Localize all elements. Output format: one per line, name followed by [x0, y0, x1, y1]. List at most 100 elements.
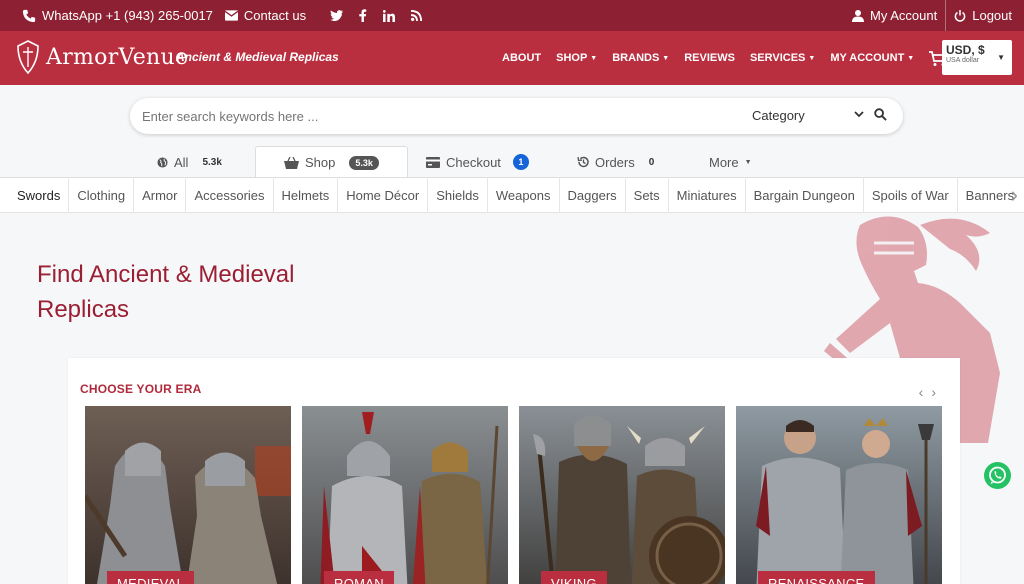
category-clothing[interactable]: Clothing — [69, 177, 135, 213]
chevron-down-icon: ▼ — [808, 54, 816, 62]
chevron-right-icon[interactable]: › — [931, 384, 936, 400]
chevron-down-icon — [854, 111, 864, 118]
tab-orders[interactable]: Orders 0 — [577, 146, 654, 178]
nav-reviews[interactable]: REVIEWS — [684, 52, 735, 64]
whatsapp-float-button[interactable] — [984, 462, 1011, 489]
tab-all-count: 5.3k — [202, 156, 222, 168]
nav-brands[interactable]: BRANDS ▼ — [612, 52, 669, 64]
contact-label: Contact us — [243, 8, 307, 23]
tab-all[interactable]: All 5.3k — [157, 146, 222, 178]
top-bar: WhatsApp +1 (943) 265-0017 Contact us My… — [0, 0, 1024, 31]
currency-select[interactable]: USD, $ USA dollar ▼ — [942, 40, 1012, 75]
category-bargain-dungeon[interactable]: Bargain Dungeon — [746, 177, 864, 213]
chevron-down-icon: ▼ — [744, 158, 752, 166]
tab-checkout[interactable]: Checkout 1 — [426, 146, 529, 178]
chevron-down-icon: ▼ — [662, 54, 670, 62]
era-renaissance-card[interactable]: RENAISSANCE — [736, 406, 942, 584]
social-links — [330, 9, 423, 22]
search-bar: Category — [130, 98, 903, 134]
logout-label: Logout — [972, 8, 1012, 23]
twitter-icon[interactable] — [330, 10, 344, 21]
era-roman-card[interactable]: ROMAN — [302, 406, 508, 584]
tab-shop-label: Shop — [305, 155, 336, 170]
tab-orders-label: Orders — [595, 154, 635, 170]
tab-shop[interactable]: Shop 5.3k — [255, 146, 408, 178]
nav-about[interactable]: ABOUT — [502, 52, 541, 64]
main-nav: ABOUT SHOP ▼ BRANDS ▼ REVIEWS SERVICES ▼ MY… — [502, 31, 958, 85]
search-icon[interactable] — [874, 108, 887, 121]
renaissance-knights-image — [736, 406, 942, 584]
whatsapp-icon — [989, 466, 1006, 484]
whatsapp-link[interactable]: WhatsApp +1 (943) 265-0017 — [22, 8, 213, 23]
nav-about-label: ABOUT — [502, 52, 542, 64]
nav-services[interactable]: SERVICES ▼ — [750, 52, 815, 64]
basket-icon — [284, 156, 299, 169]
era-roman-label: ROMAN — [324, 571, 394, 584]
roman-soldiers-image — [302, 406, 508, 584]
power-icon — [954, 9, 966, 22]
era-viking-label: VIKING — [541, 571, 607, 584]
search-area: Category All 5.3k Shop 5.3k Checkout 1 O… — [0, 85, 1024, 178]
nav-reviews-label: REVIEWS — [684, 52, 735, 64]
category-armor[interactable]: Armor — [134, 177, 187, 213]
my-account-link[interactable]: My Account — [852, 8, 937, 23]
nav-brands-label: BRANDS — [612, 52, 660, 64]
contact-link[interactable]: Contact us — [224, 8, 307, 23]
phone-icon — [22, 9, 36, 22]
tab-more-label: More — [709, 154, 739, 170]
top-bar-right: My Account Logout — [852, 0, 1012, 31]
category-select[interactable]: Category — [752, 108, 805, 123]
tagline: Ancient & Medieval Replicas — [176, 50, 339, 64]
chevron-right-icon[interactable]: › — [1011, 182, 1018, 208]
chevron-down-icon: ▼ — [590, 54, 598, 62]
chevron-left-icon[interactable]: ‹ — [919, 384, 924, 400]
category-spoils-of-war[interactable]: Spoils of War — [864, 177, 958, 213]
era-medieval-card[interactable]: MEDIEVAL — [85, 406, 291, 584]
category-accessories[interactable]: Accessories — [186, 177, 274, 213]
tab-orders-count: 0 — [648, 156, 655, 168]
category-helmets[interactable]: Helmets — [274, 177, 339, 213]
linkedin-icon[interactable] — [383, 9, 396, 22]
search-input[interactable] — [142, 106, 702, 126]
choose-era-heading: CHOOSE YOUR ERA — [80, 382, 202, 396]
era-carousel: CHOOSE YOUR ERA ‹ › MEDIEVAL ROMAN VIKIN… — [68, 358, 960, 584]
whatsapp-number: WhatsApp +1 (943) 265-0017 — [42, 8, 213, 23]
topbar-divider — [945, 0, 947, 31]
viking-warriors-image — [519, 406, 725, 584]
main-header: ArmorVenue Ancient & Medieval Replicas A… — [0, 31, 1024, 85]
logout-link[interactable]: Logout — [954, 8, 1012, 23]
carousel-nav: ‹ › — [919, 384, 936, 400]
category-miniatures[interactable]: Miniatures — [669, 177, 746, 213]
category-home-decor[interactable]: Home Décor — [338, 177, 429, 213]
category-daggers[interactable]: Daggers — [560, 177, 626, 213]
logo[interactable]: ArmorVenue — [16, 38, 188, 76]
tab-more[interactable]: More ▼ — [709, 146, 752, 178]
category-weapons[interactable]: Weapons — [488, 177, 560, 213]
category-shields[interactable]: Shields — [428, 177, 488, 213]
tab-checkout-count: 1 — [512, 154, 529, 170]
hero-section: Find Ancient & Medieval Replicas CHOOSE … — [0, 213, 1024, 584]
nav-shop-label: SHOP — [556, 52, 588, 64]
facebook-icon[interactable] — [359, 9, 367, 22]
top-bar-left: WhatsApp +1 (943) 265-0017 Contact us — [22, 0, 423, 31]
history-icon — [577, 156, 589, 168]
search-tabs: All 5.3k Shop 5.3k Checkout 1 Orders 0 M… — [0, 146, 1024, 178]
category-swords[interactable]: Swords — [0, 177, 70, 213]
logo-text: ArmorVenue — [46, 44, 189, 70]
medieval-knights-image — [85, 406, 291, 584]
nav-my-account[interactable]: MY ACCOUNT ▼ — [830, 52, 914, 64]
tab-shop-count: 5.3k — [349, 155, 379, 170]
category-sets[interactable]: Sets — [626, 177, 669, 213]
era-medieval-label: MEDIEVAL — [107, 571, 195, 584]
rss-icon[interactable] — [411, 10, 423, 21]
caret-down-icon: ▼ — [997, 53, 1005, 62]
era-renaissance-label: RENAISSANCE — [758, 571, 875, 584]
tab-all-label: All — [174, 154, 189, 170]
nav-shop[interactable]: SHOP ▼ — [556, 52, 597, 64]
category-strip: Swords Clothing Armor Accessories Helmet… — [0, 177, 1024, 213]
envelope-icon — [224, 10, 238, 21]
nav-services-label: SERVICES — [749, 52, 806, 64]
credit-card-icon — [426, 156, 440, 168]
era-viking-card[interactable]: VIKING — [519, 406, 725, 584]
chevron-down-icon: ▼ — [907, 54, 915, 62]
